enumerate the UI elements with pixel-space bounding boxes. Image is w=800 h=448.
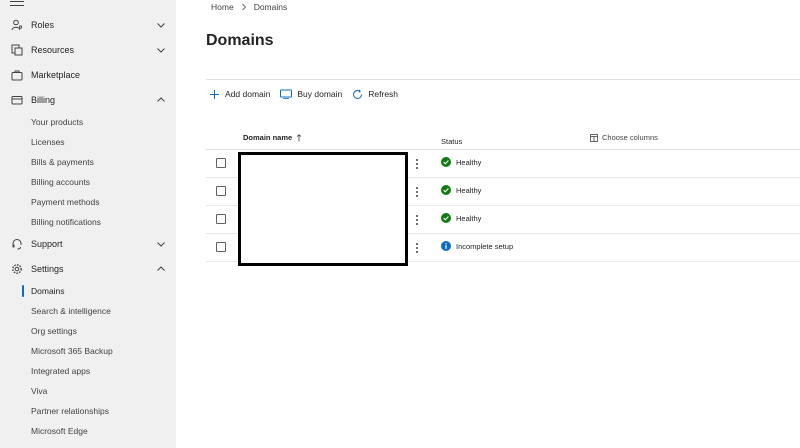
nav-group-label: Support [31, 239, 63, 249]
redacted-domain-names [238, 152, 408, 266]
row-checkbox[interactable] [216, 158, 226, 168]
nav-group-label: Roles [31, 20, 55, 30]
nav-group-label: Marketplace [31, 70, 81, 80]
sidebar-item-m365-backup[interactable]: Microsoft 365 Backup [31, 344, 113, 358]
nav-group-marketplace[interactable]: Marketplace [0, 65, 176, 85]
sidebar-item-org-settings[interactable]: Org settings [31, 324, 77, 338]
sidebar-item-payment-methods[interactable]: Payment methods [31, 195, 100, 209]
more-options-icon[interactable] [414, 185, 420, 199]
hamburger-menu-icon[interactable] [10, 1, 24, 11]
resources-icon [10, 43, 24, 57]
status-cell: Healthy [441, 213, 481, 223]
sidebar-item-licenses[interactable]: Licenses [31, 135, 65, 149]
nav-group-label: Settings [31, 264, 64, 274]
nav-group-roles[interactable]: Roles [0, 15, 176, 35]
chevron-down-icon[interactable] [155, 238, 167, 250]
sidebar-item-your-products[interactable]: Your products [31, 115, 83, 129]
chevron-up-icon[interactable] [155, 94, 167, 106]
row-checkbox[interactable] [216, 214, 226, 224]
more-options-icon[interactable] [414, 213, 420, 227]
nav-group-billing[interactable]: Billing [0, 90, 176, 110]
chevron-down-icon[interactable] [155, 19, 167, 31]
sidebar-item-microsoft-edge[interactable]: Microsoft Edge [31, 424, 88, 438]
info-icon [441, 241, 451, 251]
nav-group-label: Billing [31, 95, 56, 105]
status-text: Incomplete setup [456, 241, 514, 251]
status-text: Healthy [456, 157, 482, 167]
sidebar-item-domains[interactable]: Domains [31, 284, 65, 298]
gear-icon [10, 262, 24, 276]
sidebar-item-search-intelligence[interactable]: Search & intelligence [31, 304, 111, 318]
chevron-down-icon[interactable] [155, 44, 167, 56]
active-indicator [22, 285, 24, 297]
row-checkbox[interactable] [216, 186, 226, 196]
checkmark-circle-icon [441, 157, 451, 167]
nav-group-label: Resources [31, 45, 75, 55]
sidebar-item-partner-relationships[interactable]: Partner relationships [31, 404, 109, 418]
more-options-icon[interactable] [414, 241, 420, 255]
row-checkbox[interactable] [216, 242, 226, 252]
status-text: Healthy [456, 185, 482, 195]
nav-group-support[interactable]: Support [0, 234, 176, 254]
person-key-icon [10, 18, 24, 32]
checkmark-circle-icon [441, 185, 451, 195]
sidebar-item-billing-accounts[interactable]: Billing accounts [31, 175, 90, 189]
status-cell: Healthy [441, 157, 481, 167]
status-text: Healthy [456, 213, 482, 223]
headset-icon [10, 237, 24, 251]
admin-center-window: Roles Resources Marketplace Billing Your… [0, 0, 800, 448]
nav-group-settings[interactable]: Settings [0, 259, 176, 279]
status-cell: Healthy [441, 185, 481, 195]
status-cell: Incomplete setup [441, 241, 513, 251]
sidebar-item-billing-notifications[interactable]: Billing notifications [31, 215, 101, 229]
shopping-bag-icon [10, 68, 24, 82]
checkmark-circle-icon [441, 213, 451, 223]
nav-group-resources[interactable]: Resources [0, 40, 176, 60]
sidebar-item-integrated-apps[interactable]: Integrated apps [31, 364, 90, 378]
left-navigation: Roles Resources Marketplace Billing Your… [0, 0, 176, 448]
sidebar-item-viva[interactable]: Viva [31, 384, 47, 398]
credit-card-icon [10, 93, 24, 107]
more-options-icon[interactable] [414, 157, 420, 171]
sidebar-item-bills-payments[interactable]: Bills & payments [31, 155, 94, 169]
chevron-up-icon[interactable] [155, 263, 167, 275]
